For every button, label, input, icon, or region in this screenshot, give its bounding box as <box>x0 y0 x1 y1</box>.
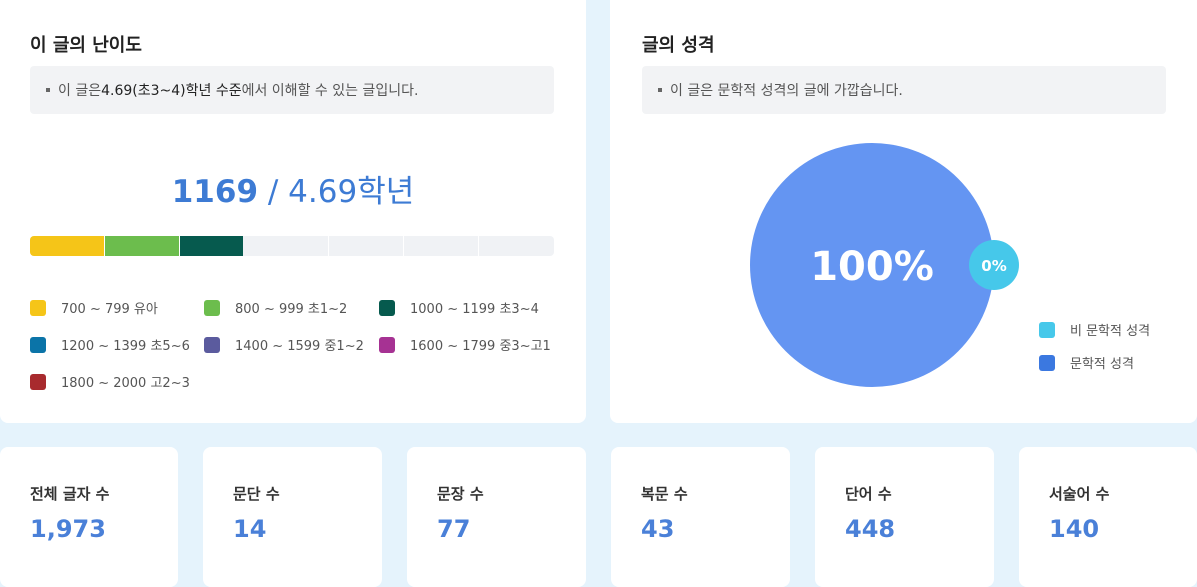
difficulty-note: 이 글은 4.69(초3~4)학년 수준 에서 이해할 수 있는 글입니다. <box>30 66 554 114</box>
stat-value: 14 <box>233 515 267 543</box>
stat-label: 단어 수 <box>845 485 892 503</box>
difficulty-card: 이 글의 난이도 이 글은 4.69(초3~4)학년 수준 에서 이해할 수 있… <box>0 0 586 423</box>
stat-card-paragraphs: 문단 수 14 <box>203 447 382 587</box>
note-level: 4.69(초3~4)학년 수준 <box>101 83 242 99</box>
stat-label: 전체 글자 수 <box>30 485 110 503</box>
legend-label: 700 ~ 799 유아 <box>61 302 158 317</box>
bar-segment-preschool <box>30 236 105 256</box>
legend-label: 800 ~ 999 초1~2 <box>235 302 348 317</box>
legend-label: 문학적 성격 <box>1070 357 1134 372</box>
legend-label: 1600 ~ 1799 중3~고1 <box>410 339 551 354</box>
nature-pie-chart: 100% 0% <box>750 143 1019 387</box>
legend-item: 1400 ~ 1599 중1~2 <box>204 335 364 354</box>
stat-label: 서술어 수 <box>1049 485 1110 503</box>
stat-value: 448 <box>845 515 896 543</box>
score-value: 1169 <box>171 174 259 210</box>
pie-main-label: 100% <box>810 244 934 290</box>
pie-legend-item: 문학적 성격 <box>1039 353 1134 372</box>
bar-segment-grade3-4 <box>180 236 243 256</box>
nature-title: 글의 성격 <box>642 35 715 56</box>
nature-note-text: 이 글은 문학적 성격의 글에 가깝습니다. <box>670 83 903 99</box>
legend-item: 800 ~ 999 초1~2 <box>204 298 347 317</box>
score-separator: / <box>258 174 289 210</box>
legend-swatch <box>1039 321 1055 338</box>
nature-note: 이 글은 문학적 성격의 글에 가깝습니다. <box>642 66 1166 114</box>
stat-label: 문단 수 <box>233 485 280 503</box>
stat-card-words: 단어 수 448 <box>815 447 994 587</box>
stat-label: 문장 수 <box>437 485 484 503</box>
legend-item: 1800 ~ 2000 고2~3 <box>30 372 190 391</box>
legend-swatch <box>204 299 220 316</box>
legend-label: 1200 ~ 1399 초5~6 <box>61 339 190 354</box>
note-suffix: 에서 이해할 수 있는 글입니다. <box>241 83 419 99</box>
stat-card-predicates: 서술어 수 140 <box>1019 447 1197 587</box>
legend-swatch <box>379 299 395 316</box>
bullet-icon <box>46 88 50 92</box>
legend-label: 1400 ~ 1599 중1~2 <box>235 339 364 354</box>
stat-card-characters: 전체 글자 수 1,973 <box>0 447 178 587</box>
legend-item: 1000 ~ 1199 초3~4 <box>379 298 539 317</box>
legend-swatch <box>204 336 220 353</box>
difficulty-title: 이 글의 난이도 <box>30 35 142 56</box>
stat-value: 43 <box>641 515 675 543</box>
score-readout: 1169 / 4.69학년 <box>0 166 586 211</box>
legend-item: 1200 ~ 1399 초5~6 <box>30 335 190 354</box>
bar-divider <box>328 236 329 256</box>
pie-legend-item: 비 문학적 성격 <box>1039 320 1150 339</box>
grade-value: 4.69학년 <box>288 174 415 210</box>
legend-item: 1600 ~ 1799 중3~고1 <box>379 335 551 354</box>
legend-label: 1800 ~ 2000 고2~3 <box>61 376 190 391</box>
note-prefix: 이 글은 <box>58 83 102 99</box>
legend-swatch <box>1039 354 1055 371</box>
bar-segment-grade1-2 <box>105 236 180 256</box>
legend-item: 700 ~ 799 유아 <box>30 298 158 317</box>
stat-value: 77 <box>437 515 471 543</box>
legend-label: 1000 ~ 1199 초3~4 <box>410 302 539 317</box>
text-nature-card: 글의 성격 이 글은 문학적 성격의 글에 가깝습니다. 100% 0% 비 문… <box>610 0 1197 423</box>
legend-swatch <box>30 299 46 316</box>
bar-divider <box>403 236 404 256</box>
legend-swatch <box>379 336 395 353</box>
stat-card-sentences: 문장 수 77 <box>407 447 586 587</box>
bar-divider <box>478 236 479 256</box>
stat-label: 복문 수 <box>641 485 688 503</box>
legend-swatch <box>30 336 46 353</box>
legend-swatch <box>30 373 46 390</box>
bullet-icon <box>658 88 662 92</box>
stat-value: 140 <box>1049 515 1100 543</box>
level-progress-bar <box>30 236 554 256</box>
stat-card-complex-sentences: 복문 수 43 <box>611 447 790 587</box>
pie-minor-label: 0% <box>981 257 1006 275</box>
stat-value: 1,973 <box>30 515 106 543</box>
legend-label: 비 문학적 성격 <box>1070 324 1151 339</box>
